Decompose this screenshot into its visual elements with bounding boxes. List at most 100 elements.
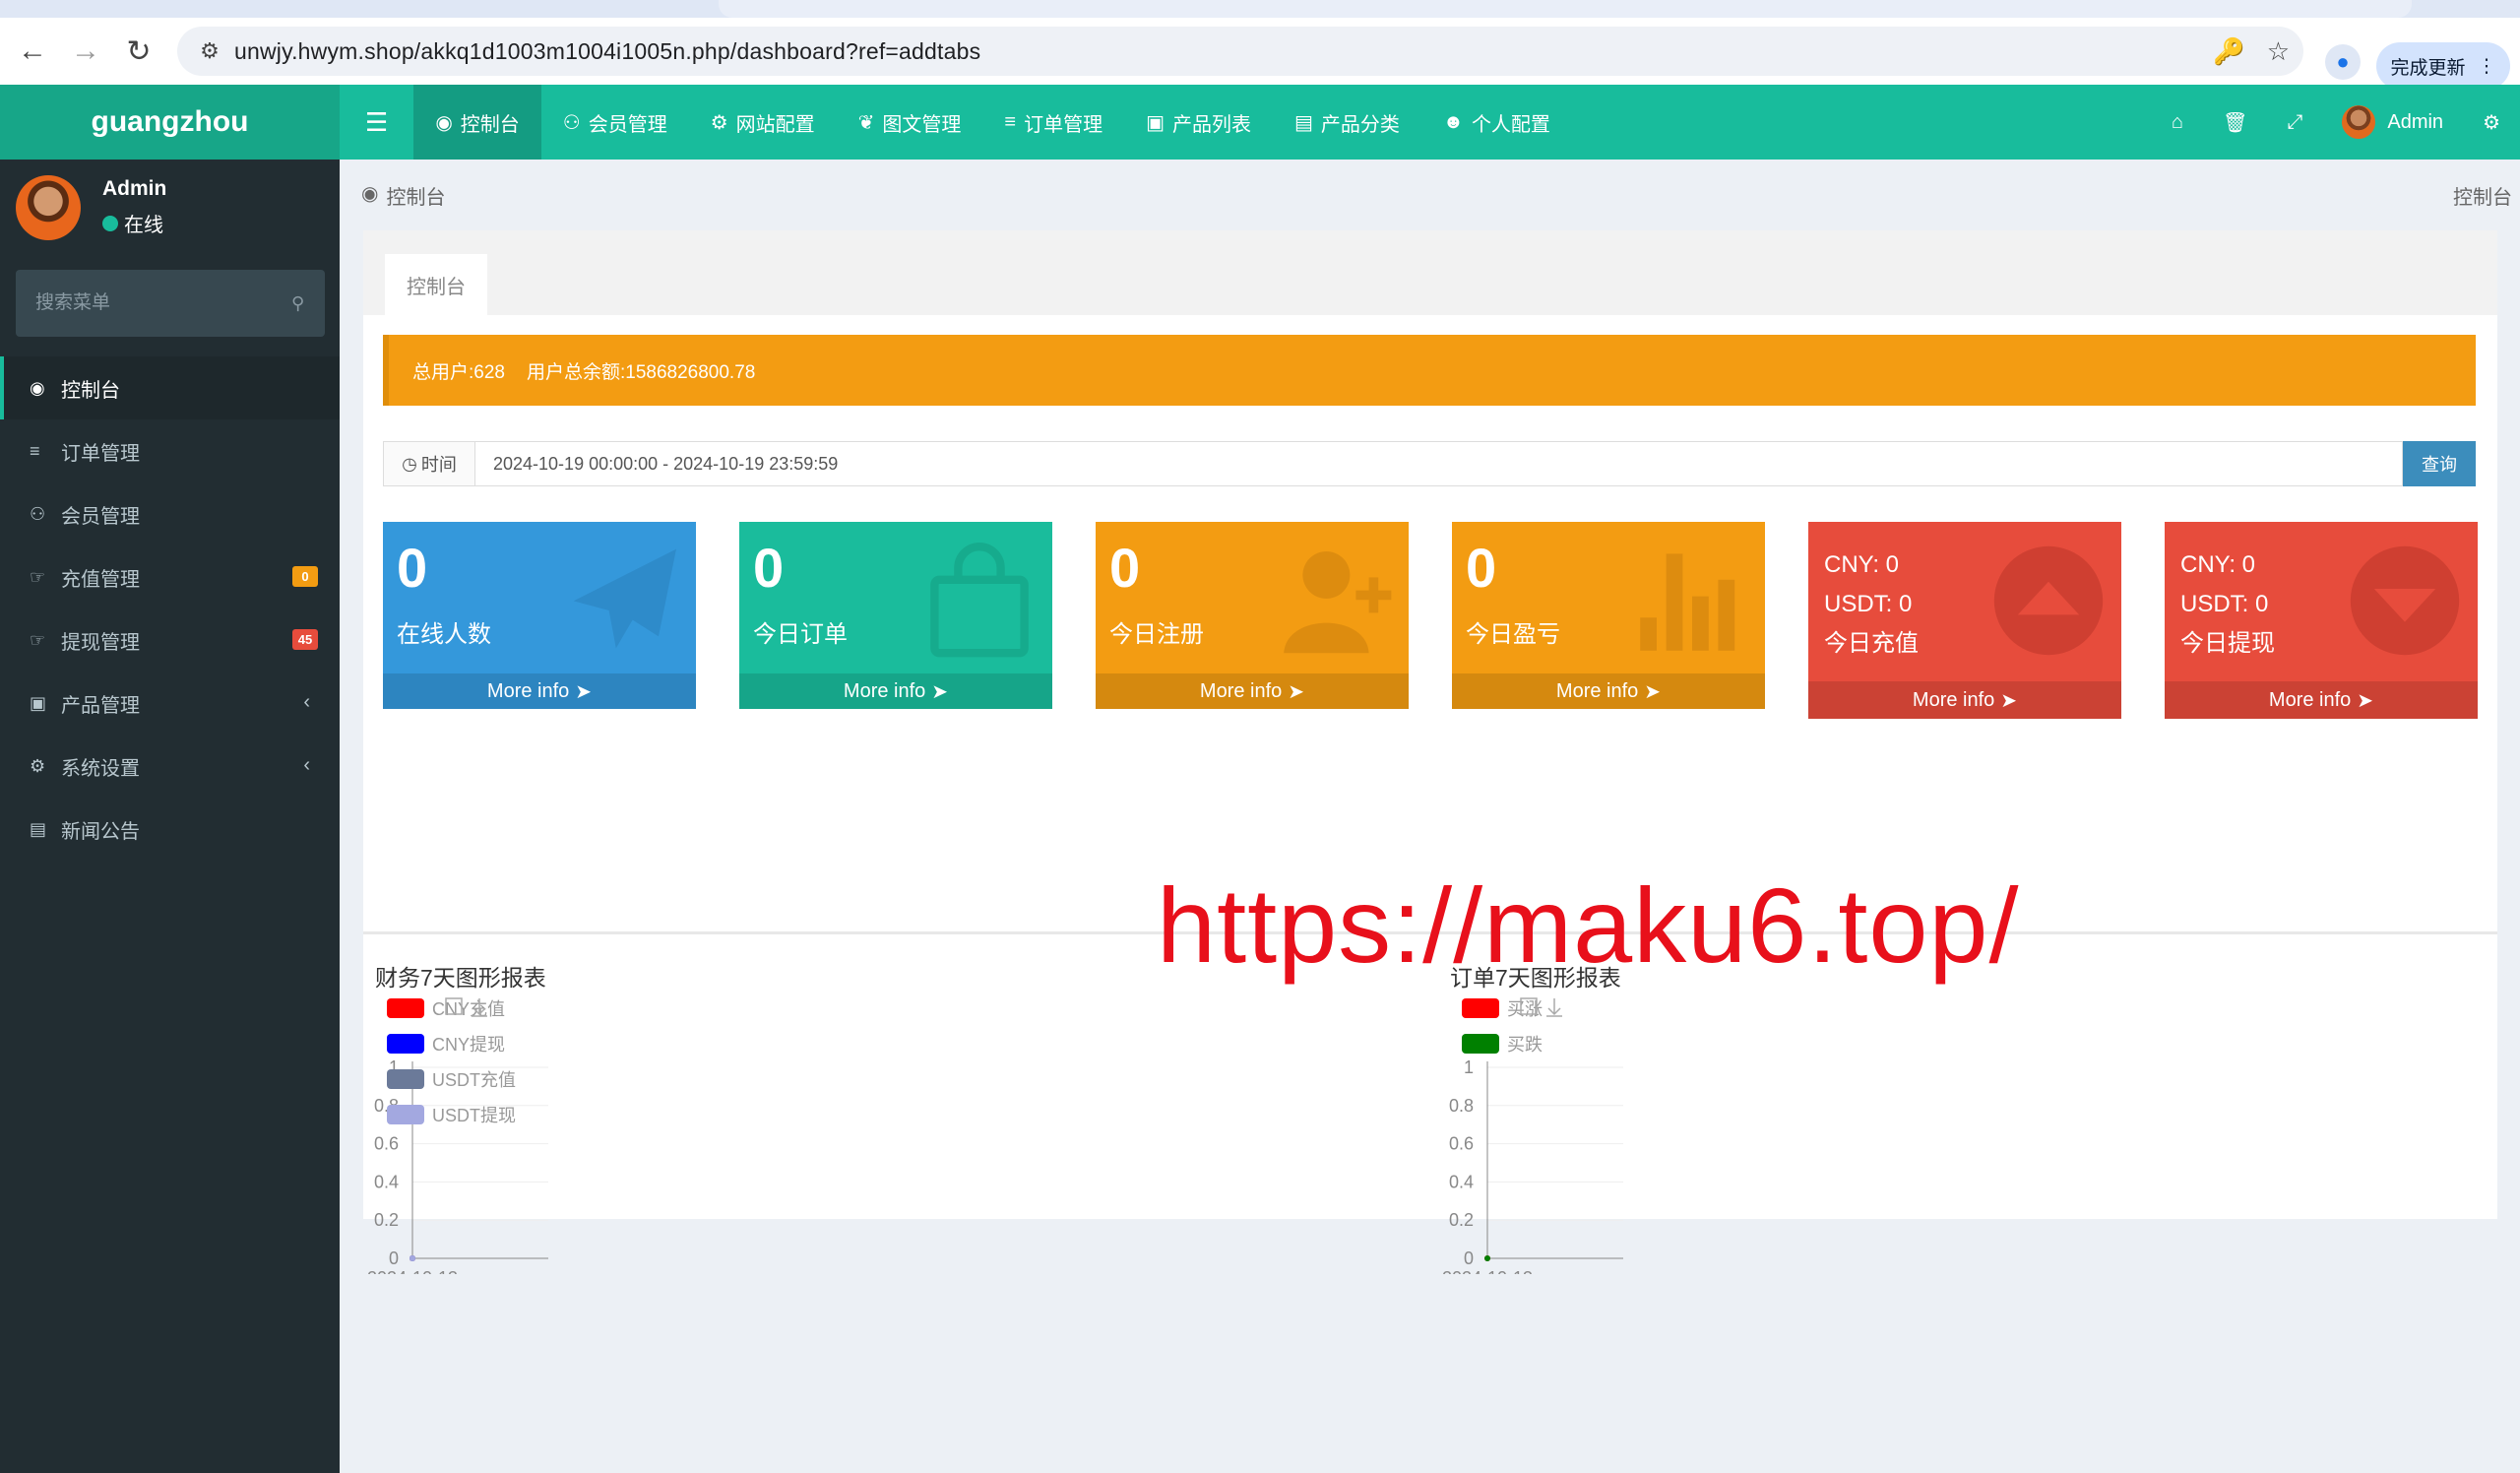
user-icon: ☻ bbox=[1442, 110, 1464, 133]
sidebar: Admin 在线 ⚲ ◉控制台 ≡订单管理 ⚇会员管理 ☞充值管理0 ☞提现管理… bbox=[0, 160, 340, 1473]
more-info-link[interactable]: More info ➤ bbox=[1452, 673, 1765, 709]
y-tick-label: 0 bbox=[389, 1249, 399, 1268]
shopping-bag-icon: ▣ bbox=[1146, 111, 1165, 134]
top-menu-orders[interactable]: ≡ 订单管理 bbox=[982, 85, 1124, 160]
legend-swatch bbox=[387, 1069, 424, 1089]
sidebar-item-recharge[interactable]: ☞ 充值管理 0 bbox=[0, 545, 340, 608]
arrow-down-circle-icon bbox=[2350, 545, 2460, 656]
shopping-bag-icon: ▣ bbox=[30, 692, 47, 713]
search-icon[interactable]: ⚲ bbox=[291, 293, 304, 314]
query-button[interactable]: 查询 bbox=[2403, 441, 2476, 486]
bookmark-star-icon[interactable]: ☆ bbox=[2267, 36, 2290, 67]
clear-cache-button[interactable]: 🗑 bbox=[2203, 85, 2267, 160]
y-tick-label: 1 bbox=[1464, 1057, 1474, 1077]
address-bar[interactable]: ⚙ unwjy.hwym.shop/akkq1d1003m1004i1005n.… bbox=[177, 27, 2303, 76]
admin-menu[interactable]: Admin bbox=[2322, 85, 2463, 160]
settings-button[interactable]: ⚙ bbox=[2463, 85, 2520, 160]
search-input[interactable] bbox=[35, 292, 291, 314]
y-tick-label: 0 bbox=[1464, 1249, 1474, 1268]
sidebar-toggle[interactable]: ☰ bbox=[340, 85, 413, 160]
more-info-link[interactable]: More info ➤ bbox=[1808, 681, 2121, 719]
more-info-link[interactable]: More info ➤ bbox=[2165, 681, 2478, 719]
arrow-circle-right-icon: ➤ bbox=[931, 680, 949, 703]
update-button[interactable]: 完成更新 ⋮ bbox=[2376, 42, 2510, 90]
top-menu-products[interactable]: ▣ 产品列表 bbox=[1124, 85, 1273, 160]
stat-number: 0 bbox=[397, 537, 428, 599]
leaf-icon: ❦ bbox=[857, 111, 875, 134]
stat-number: 0 bbox=[1466, 537, 1497, 599]
y-tick-label: 0.8 bbox=[1449, 1096, 1474, 1116]
data-point bbox=[1484, 1255, 1490, 1261]
sidebar-item-withdraw[interactable]: ☞ 提现管理 45 bbox=[0, 608, 340, 672]
trash-icon: 🗑 bbox=[2222, 111, 2248, 134]
password-key-icon[interactable]: 🔑 bbox=[2213, 36, 2244, 67]
sidebar-item-dashboard[interactable]: ◉ 控制台 bbox=[0, 356, 340, 419]
stat-usdt: USDT: 0 bbox=[2180, 591, 2269, 617]
stat-label: 今日充值 bbox=[1824, 630, 1919, 657]
forward-arrow-icon[interactable]: → bbox=[59, 25, 112, 78]
y-tick-label: 0.6 bbox=[1449, 1134, 1474, 1154]
stat-today-profit: 0 今日盈亏 More info ➤ bbox=[1452, 522, 1765, 709]
recharge-badge: 0 bbox=[292, 566, 318, 587]
sidebar-item-orders[interactable]: ≡ 订单管理 bbox=[0, 419, 340, 482]
sidebar-item-members[interactable]: ⚇ 会员管理 bbox=[0, 482, 340, 545]
date-range-input[interactable] bbox=[475, 441, 2403, 486]
top-menu-profile[interactable]: ☻ 个人配置 bbox=[1421, 85, 1572, 160]
site-settings-icon[interactable]: ⚙ bbox=[185, 38, 234, 64]
app-header: guangzhou ☰ ◉ 控制台 ⚇ 会员管理 ⚙ 网站配置 ❦ 图文管理 ≡ 订单管理… bbox=[0, 85, 2520, 160]
stat-today-withdraw: CNY: 0 USDT: 0 今日提现 More info ➤ bbox=[2165, 522, 2478, 719]
list-icon: ≡ bbox=[1004, 110, 1017, 133]
fullscreen-button[interactable]: ⤢ bbox=[2267, 85, 2322, 160]
legend-label: 买跌 bbox=[1507, 1035, 1543, 1055]
paper-plane-icon bbox=[573, 548, 676, 649]
user-panel: Admin 在线 bbox=[0, 160, 340, 268]
sidebar-item-products[interactable]: ▣ 产品管理 ‹ bbox=[0, 672, 340, 735]
top-menu-dashboard[interactable]: ◉ 控制台 bbox=[413, 85, 541, 160]
x-tick-label: 2024-10-13 bbox=[1442, 1268, 1533, 1274]
users-icon: ⚇ bbox=[562, 111, 581, 134]
home-button[interactable]: ⌂ bbox=[2152, 85, 2203, 160]
logo[interactable]: guangzhou bbox=[0, 85, 340, 160]
chevron-left-icon: ‹ bbox=[303, 691, 310, 713]
sidebar-item-news[interactable]: ▤ 新闻公告 bbox=[0, 798, 340, 861]
active-browser-tab[interactable] bbox=[719, 0, 2412, 18]
kebab-menu-icon: ⋮ bbox=[2477, 55, 2496, 77]
top-menu-site-config[interactable]: ⚙ 网站配置 bbox=[689, 85, 837, 160]
url-text[interactable]: unwjy.hwym.shop/akkq1d1003m1004i1005n.ph… bbox=[234, 38, 980, 65]
hand-icon: ☞ bbox=[30, 629, 46, 650]
arrow-circle-right-icon: ➤ bbox=[1288, 680, 1305, 703]
top-menu-members[interactable]: ⚇ 会员管理 bbox=[541, 85, 689, 160]
total-balance: 用户总余额:1586826800.78 bbox=[526, 361, 756, 383]
x-tick-label: 2024-10-13 bbox=[367, 1268, 458, 1274]
tab-dashboard[interactable]: 控制台 bbox=[385, 254, 487, 315]
dashboard-icon: ◉ bbox=[30, 377, 45, 398]
arrow-circle-right-icon: ➤ bbox=[2357, 689, 2374, 712]
breadcrumb: ◉ 控制台 bbox=[361, 183, 446, 209]
legend-label: USDT充值 bbox=[432, 1070, 516, 1090]
sidebar-item-system[interactable]: ⚙ 系统设置 ‹ bbox=[0, 735, 340, 798]
more-info-link[interactable]: More info ➤ bbox=[1096, 673, 1409, 709]
panel-tabs: 控制台 bbox=[363, 230, 2497, 315]
more-info-link[interactable]: More info ➤ bbox=[383, 673, 696, 709]
date-label: ◷ 时间 bbox=[383, 441, 475, 486]
stat-number: 0 bbox=[1109, 537, 1141, 599]
user-plus-icon bbox=[1284, 551, 1392, 654]
toolbox-download-icon bbox=[1546, 998, 1562, 1017]
date-filter: ◷时间 查询 bbox=[383, 441, 2476, 486]
reload-icon[interactable]: ↻ bbox=[112, 25, 165, 78]
stat-label: 在线人数 bbox=[397, 621, 491, 648]
hamburger-icon: ☰ bbox=[365, 106, 389, 137]
profile-icon[interactable]: ● bbox=[2325, 44, 2361, 80]
data-point bbox=[410, 1255, 415, 1261]
legend-swatch bbox=[387, 1105, 424, 1124]
side-menu: ◉ 控制台 ≡ 订单管理 ⚇ 会员管理 ☞ 充值管理 0 ☞ 提现管理 45 ▣ 产品管理 ‹ ⚙… bbox=[0, 356, 340, 861]
top-menu-categories[interactable]: ▤ 产品分类 bbox=[1273, 85, 1421, 160]
stat-cny: CNY: 0 bbox=[2180, 551, 2256, 578]
legend-label: CNY提现 bbox=[432, 1035, 505, 1055]
top-menu-articles[interactable]: ❦ 图文管理 bbox=[837, 85, 983, 160]
more-info-link[interactable]: More info ➤ bbox=[739, 673, 1052, 709]
back-arrow-icon[interactable]: ← bbox=[6, 25, 59, 78]
finance-chart: 00.20.40.60.812024-10-13CNY充值CNY提现USDT充值… bbox=[367, 997, 548, 1274]
hand-icon: ☞ bbox=[30, 566, 46, 587]
stat-values: CNY: 0 USDT: 0 今日提现 bbox=[2180, 545, 2275, 664]
